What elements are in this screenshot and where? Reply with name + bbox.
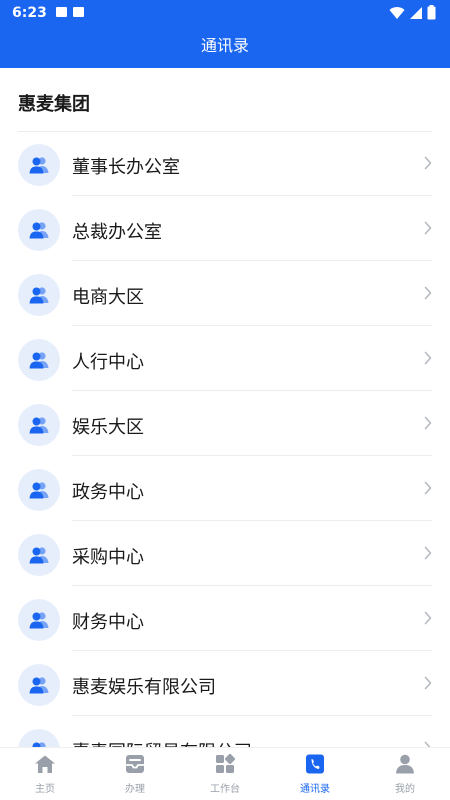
chevron-right-icon — [424, 155, 432, 174]
department-row[interactable]: 采购中心 — [0, 521, 450, 586]
chevron-right-icon — [424, 415, 432, 434]
department-name: 惠麦娱乐有限公司 — [72, 677, 216, 698]
group-avatar-icon — [18, 209, 60, 251]
status-icons — [389, 5, 436, 20]
bottom-tab-bar: 主页 办理 工作台 通讯录 我的 — [0, 747, 450, 800]
status-time: 6:23 — [12, 5, 47, 21]
home-icon — [34, 754, 56, 778]
organization-title: 惠麦集团 — [18, 94, 90, 115]
group-avatar-icon — [18, 664, 60, 706]
tab-item[interactable]: 主页 — [0, 748, 90, 800]
department-row[interactable]: 惠麦娱乐有限公司 — [0, 651, 450, 716]
department-name: 董事长办公室 — [72, 157, 180, 178]
group-avatar-icon — [18, 274, 60, 316]
app-header: 6:23 通讯录 — [0, 0, 450, 68]
department-name: 娱乐大区 — [72, 417, 144, 438]
department-name: 政务中心 — [72, 482, 144, 503]
department-name: 采购中心 — [72, 547, 144, 568]
department-row[interactable]: 电商大区 — [0, 261, 450, 326]
department-name: 总裁办公室 — [72, 222, 162, 243]
tab-label: 主页 — [35, 784, 55, 795]
signal-icon — [410, 6, 422, 19]
status-bar: 6:23 — [0, 0, 450, 26]
department-name: 电商大区 — [72, 287, 144, 308]
department-list: 董事长办公室 总裁办公室电商大区人行中心娱乐大区政务中心采购中心财务中心惠麦娱乐有… — [0, 131, 450, 751]
chevron-right-icon — [424, 545, 432, 564]
chevron-right-icon — [424, 610, 432, 629]
chevron-right-icon — [424, 480, 432, 499]
group-avatar-icon — [18, 404, 60, 446]
department-row[interactable]: 财务中心 — [0, 586, 450, 651]
department-row[interactable]: 董事长办公室 — [0, 131, 450, 196]
image-notification-icon — [56, 7, 67, 17]
tab-label: 工作台 — [210, 784, 240, 795]
group-avatar-icon — [18, 599, 60, 641]
tab-item[interactable]: 办理 — [90, 748, 180, 800]
department-name: 财务中心 — [72, 612, 144, 633]
chevron-right-icon — [424, 220, 432, 239]
group-avatar-icon — [18, 339, 60, 381]
user-icon — [394, 754, 416, 778]
group-avatar-icon — [18, 534, 60, 576]
department-row[interactable]: 人行中心 — [0, 326, 450, 391]
department-name: 人行中心 — [72, 352, 144, 373]
chevron-right-icon — [424, 285, 432, 304]
page-title: 通讯录 — [200, 36, 249, 55]
group-avatar-icon — [18, 144, 60, 186]
phone-book-icon — [304, 754, 326, 778]
wifi-icon — [389, 6, 405, 19]
grid-icon — [214, 753, 236, 778]
group-avatar-icon — [18, 469, 60, 511]
tab-label: 办理 — [125, 784, 145, 795]
department-row[interactable]: 总裁办公室 — [0, 196, 450, 261]
department-row[interactable]: 惠麦国际贸易有限公司 — [0, 716, 450, 751]
battery-icon — [427, 5, 436, 20]
chevron-right-icon — [424, 675, 432, 694]
app-notification-icon — [73, 7, 84, 17]
tab-item[interactable]: 通讯录 — [270, 748, 360, 800]
tab-item[interactable]: 我的 — [360, 748, 450, 800]
chevron-right-icon — [424, 350, 432, 369]
inbox-icon — [124, 754, 146, 778]
department-row[interactable]: 娱乐大区 — [0, 391, 450, 456]
tab-label: 我的 — [395, 784, 415, 795]
tab-label: 通讯录 — [300, 784, 330, 795]
department-row[interactable]: 政务中心 — [0, 456, 450, 521]
tab-item[interactable]: 工作台 — [180, 748, 270, 800]
